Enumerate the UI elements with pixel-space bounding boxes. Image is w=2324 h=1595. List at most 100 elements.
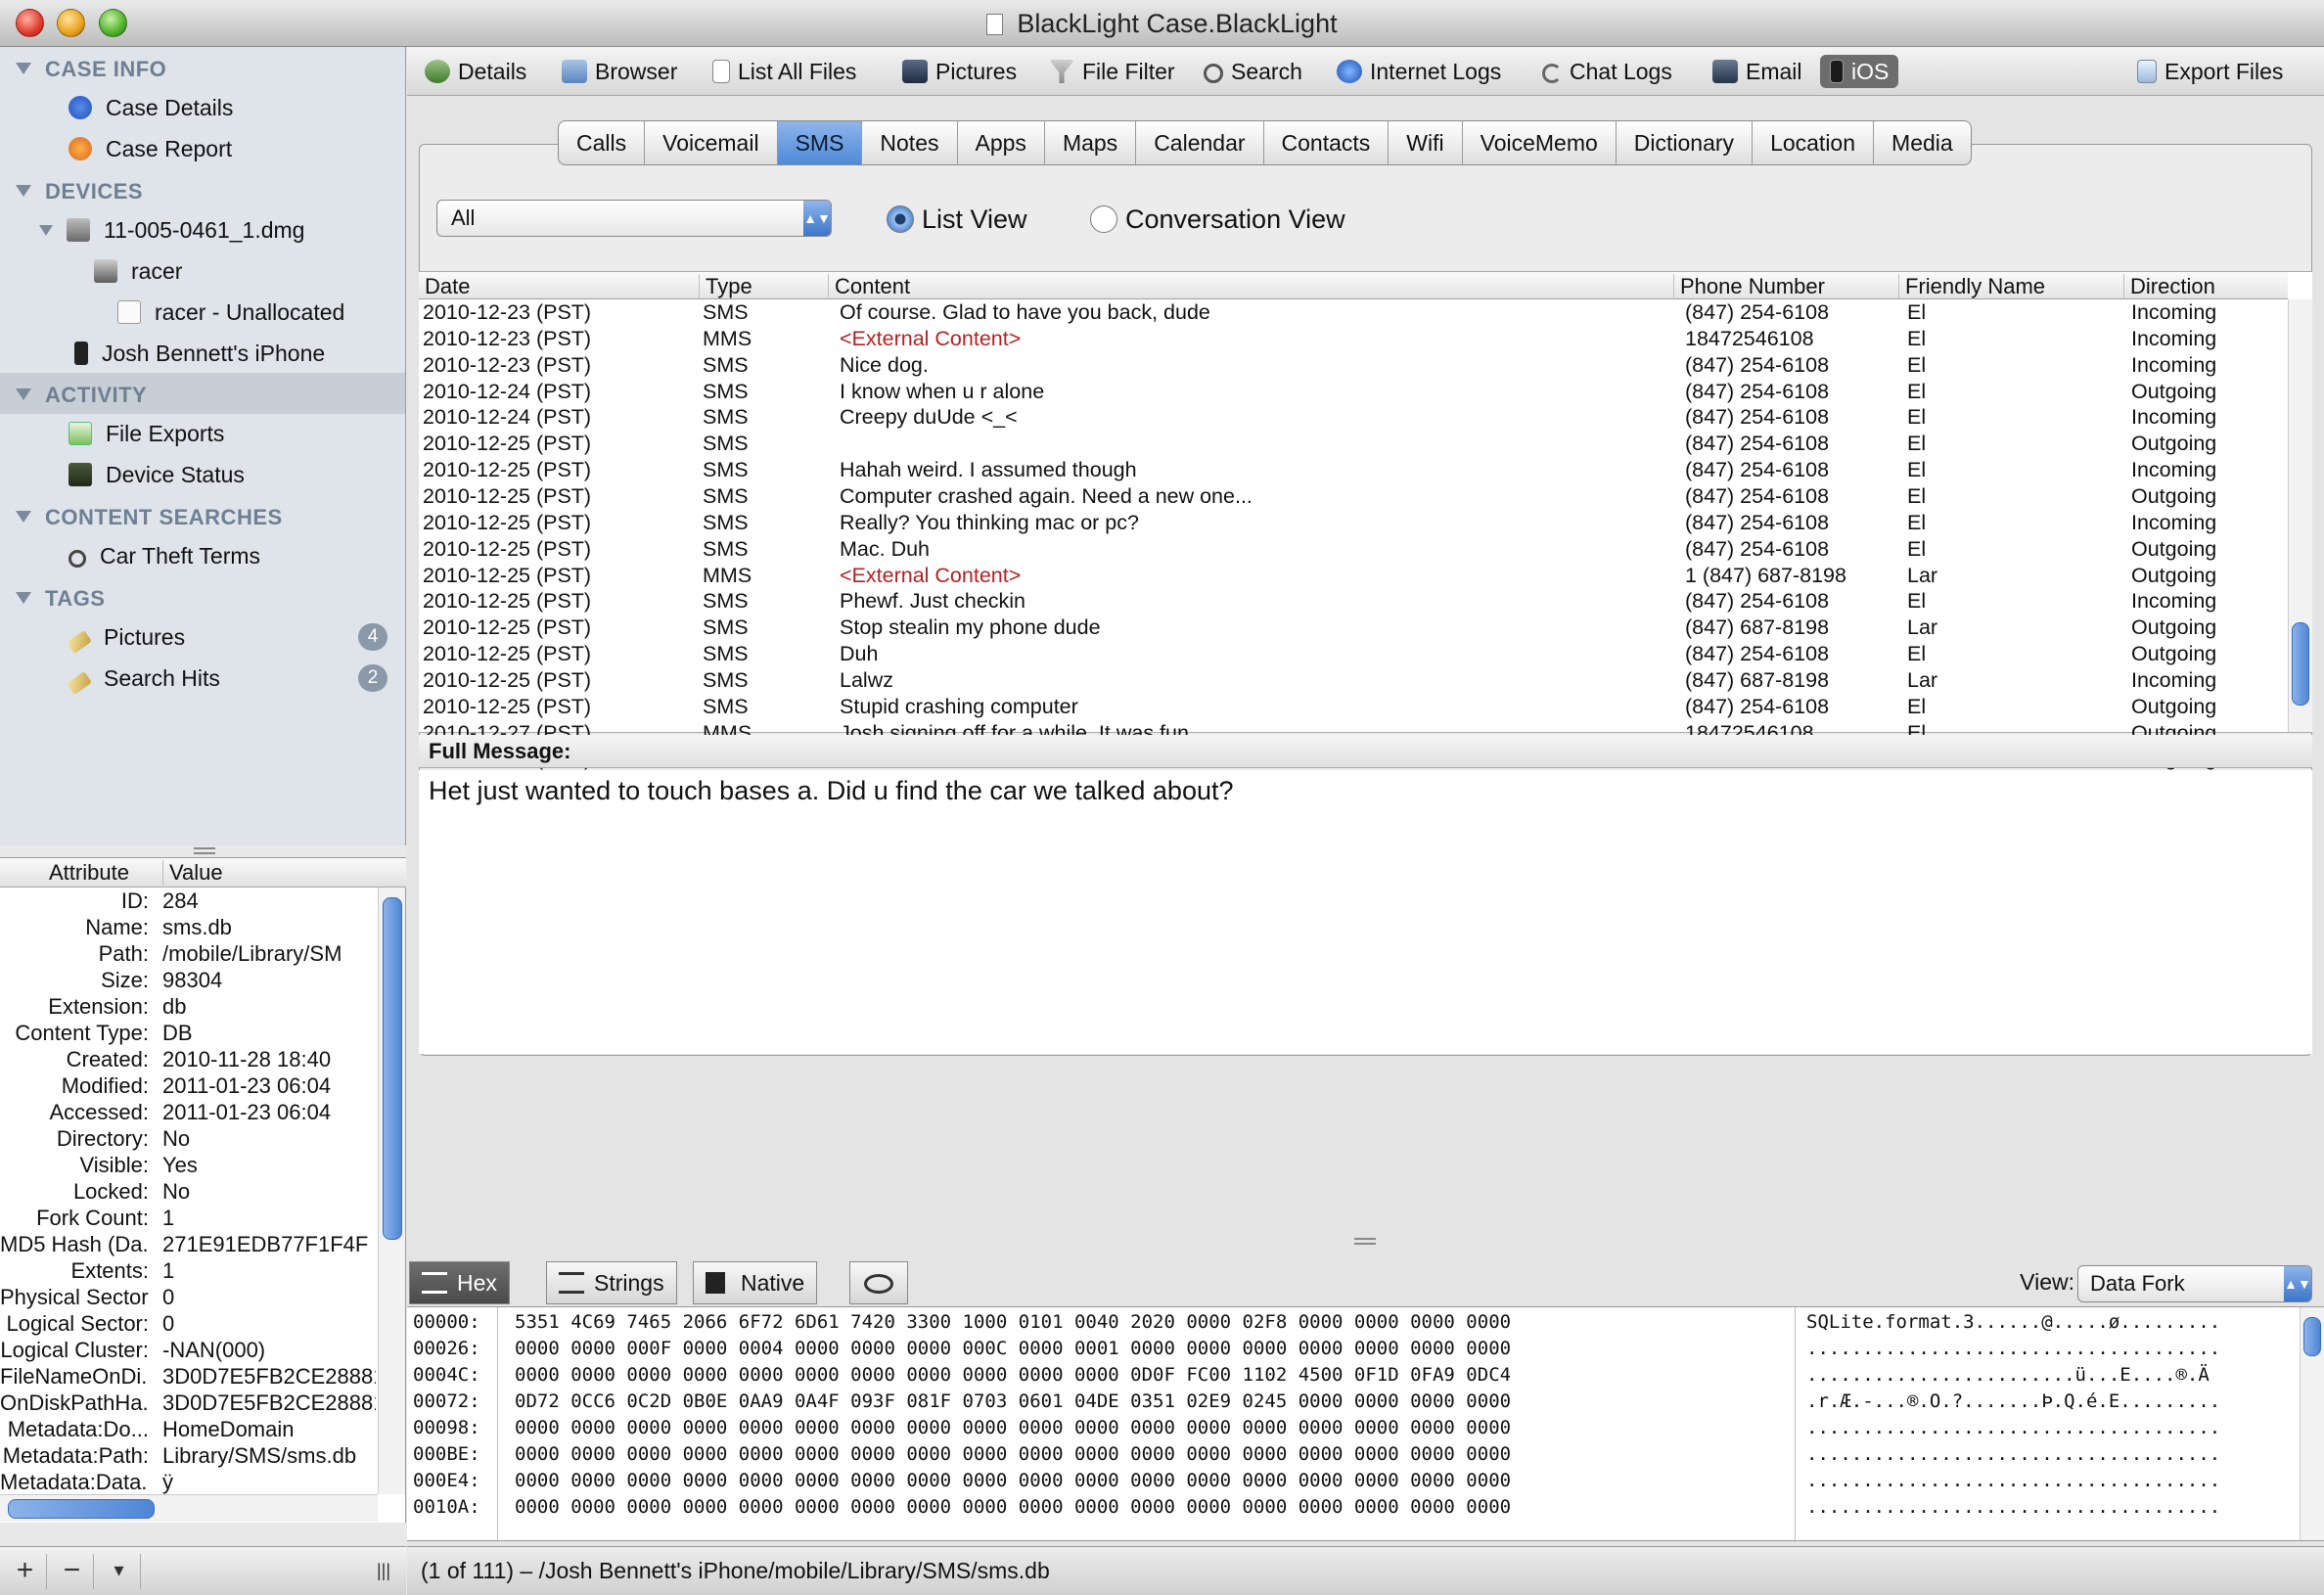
attribute-row[interactable]: Logical Cluster: -NAN(000) <box>0 1337 377 1363</box>
tab-calls[interactable]: Calls <box>559 121 646 164</box>
disclosure-triangle-icon[interactable] <box>16 185 31 197</box>
attribute-row[interactable]: MD5 Hash (Da... 271E91EDB77F1F4F <box>0 1231 377 1257</box>
add-button[interactable]: + <box>4 1554 47 1589</box>
attribute-row[interactable]: Visible: Yes <box>0 1152 377 1178</box>
details-button[interactable]: Details <box>425 55 526 88</box>
table-row[interactable]: 2010-12-25 (PST) SMS Computer crashed agai… <box>419 483 2288 510</box>
attribute-row[interactable]: Fork Count: 1 <box>0 1205 377 1231</box>
sidebar-item-search-term[interactable]: Car Theft Terms <box>68 536 260 575</box>
column-header-type[interactable]: Type <box>699 274 826 299</box>
sidebar-item-unallocated[interactable]: racer - Unallocated <box>117 293 344 332</box>
message-filter-select[interactable]: All ▲▼ <box>436 200 832 237</box>
full-message-view[interactable]: Het just wanted to touch bases a. Did u … <box>419 770 2312 1054</box>
tab-apps[interactable]: Apps <box>958 121 1045 164</box>
view-fork-select[interactable]: Data Fork ▲▼ <box>2077 1265 2312 1302</box>
table-row[interactable]: 2010-12-24 (PST) SMS I know when u r alone… <box>419 379 2288 405</box>
table-row[interactable]: 2010-12-23 (PST) SMS Nice dog. (847) 254-61… <box>419 352 2288 379</box>
scrollbar-thumb[interactable] <box>383 897 402 1240</box>
tab-location[interactable]: Location <box>1753 121 1875 164</box>
attribute-row[interactable]: Modified: 2011-01-23 06:04 <box>0 1072 377 1099</box>
sidebar-item-case-report[interactable]: Case Report <box>68 129 232 168</box>
table-row[interactable]: 2010-12-25 (PST) SMS Really? You thinking … <box>419 510 2288 536</box>
chat-logs-button[interactable]: Chat Logs <box>1542 55 1672 88</box>
attribute-row[interactable]: Metadata:Do... HomeDomain <box>0 1416 377 1442</box>
column-header-friendly-name[interactable]: Friendly Name <box>1898 274 2121 299</box>
sidebar-split-handle[interactable] <box>194 847 215 854</box>
attribute-row[interactable]: Created: 2010-11-28 18:40 <box>0 1046 377 1072</box>
column-header-date[interactable]: Date <box>419 274 470 299</box>
attribute-row[interactable]: Extents: 1 <box>0 1257 377 1284</box>
quicklook-button[interactable] <box>849 1261 908 1304</box>
pictures-button[interactable]: Pictures <box>902 55 1017 88</box>
tab-voicememo[interactable]: VoiceMemo <box>1463 121 1617 164</box>
attribute-row[interactable]: Path: /mobile/Library/SM <box>0 940 377 967</box>
attribute-column-header[interactable]: Attribute <box>49 860 129 886</box>
strings-view-button[interactable]: Strings <box>546 1261 677 1304</box>
sidebar-item-tag-search-hits[interactable]: Search Hits 2 <box>66 659 401 698</box>
sidebar-item-device-status[interactable]: Device Status <box>68 455 245 494</box>
pane-split-handle[interactable] <box>1354 1238 1376 1245</box>
tab-wifi[interactable]: Wifi <box>1389 121 1463 164</box>
attribute-row[interactable]: Size: 98304 <box>0 967 377 993</box>
sidebar-item-disk-image[interactable]: 11-005-0461_1.dmg <box>39 210 304 250</box>
tab-notes[interactable]: Notes <box>862 121 958 164</box>
table-row[interactable]: 2010-12-25 (PST) SMS Duh (847) 254-6108 El Ou… <box>419 641 2288 667</box>
column-header-phone[interactable]: Phone Number <box>1673 274 1896 299</box>
disclosure-triangle-icon[interactable] <box>16 63 31 74</box>
attributes-horizontal-scrollbar[interactable] <box>0 1494 378 1522</box>
sidebar-item-tag-pictures[interactable]: Pictures 4 <box>66 617 401 657</box>
table-row[interactable]: 2010-12-25 (PST) SMS Mac. Duh (847) 254-610… <box>419 536 2288 563</box>
section-devices[interactable]: DEVICES <box>16 179 143 205</box>
table-row[interactable]: 2010-12-23 (PST) MMS <External Content> 184… <box>419 326 2288 352</box>
scrollbar-thumb[interactable] <box>2303 1317 2321 1356</box>
remove-button[interactable]: − <box>51 1554 94 1589</box>
tab-voicemail[interactable]: Voicemail <box>645 121 778 164</box>
attribute-row[interactable]: ID: 284 <box>0 888 377 914</box>
attribute-row[interactable]: Metadata:Data... ÿ <box>0 1469 377 1495</box>
attribute-row[interactable]: Name: sms.db <box>0 914 377 940</box>
hex-vertical-scrollbar[interactable] <box>2300 1307 2324 1540</box>
attribute-row[interactable]: Directory: No <box>0 1125 377 1152</box>
resize-grip-icon[interactable]: ||| <box>362 1554 405 1589</box>
search-button[interactable]: Search <box>1204 55 1302 88</box>
sidebar-item-file-exports[interactable]: File Exports <box>68 414 224 453</box>
attribute-row[interactable]: OnDiskPathHa... 3D0D7E5FB2CE28881 <box>0 1390 377 1416</box>
section-tags[interactable]: TAGS <box>16 586 105 612</box>
table-row[interactable]: 2010-12-25 (PST) SMS Stupid crashing compu… <box>419 694 2288 720</box>
list-view-radio[interactable]: List View <box>887 205 1027 235</box>
table-row[interactable]: 2010-12-23 (PST) SMS Of course. Glad to ha… <box>419 299 2288 326</box>
email-button[interactable]: Email <box>1712 55 1802 88</box>
internet-logs-button[interactable]: Internet Logs <box>1337 55 1501 88</box>
tab-dictionary[interactable]: Dictionary <box>1617 121 1754 164</box>
attribute-row[interactable]: Locked: No <box>0 1178 377 1205</box>
sidebar-item-iphone[interactable]: Josh Bennett's iPhone <box>74 334 325 373</box>
section-content-searches[interactable]: CONTENT SEARCHES <box>16 505 283 530</box>
tab-maps[interactable]: Maps <box>1045 121 1137 164</box>
disclosure-triangle-icon[interactable] <box>16 511 31 523</box>
attribute-row[interactable]: Accessed: 2011-01-23 06:04 <box>0 1099 377 1125</box>
sidebar-item-volume[interactable]: racer <box>94 251 182 291</box>
hex-view-button[interactable]: Hex <box>409 1261 510 1304</box>
hex-viewer[interactable]: 00000: 5351 4C69 7465 2066 6F72 6D61 7420… <box>407 1306 2324 1542</box>
table-vertical-scrollbar[interactable] <box>2288 299 2312 732</box>
browser-button[interactable]: Browser <box>562 55 677 88</box>
tab-contacts[interactable]: Contacts <box>1264 121 1390 164</box>
conversation-view-radio[interactable]: Conversation View <box>1090 205 1345 235</box>
table-row[interactable]: 2010-12-25 (PST) MMS <External Content> 1 (… <box>419 563 2288 589</box>
action-menu-button[interactable]: ▾ <box>98 1554 141 1589</box>
list-all-files-button[interactable]: List All Files <box>712 55 856 88</box>
tab-media[interactable]: Media <box>1874 121 1971 164</box>
value-column-header[interactable]: Value <box>162 860 223 886</box>
table-row[interactable]: 2010-12-25 (PST) SMS Hahah weird. I assume… <box>419 457 2288 483</box>
ios-button[interactable]: iOS <box>1820 55 1899 88</box>
scrollbar-thumb[interactable] <box>8 1499 155 1519</box>
disclosure-triangle-icon[interactable] <box>16 592 31 604</box>
tab-sms[interactable]: SMS <box>777 121 863 164</box>
native-view-button[interactable]: Native <box>693 1261 818 1304</box>
table-row[interactable]: 2010-12-24 (PST) SMS Creepy duUde <_< (847)… <box>419 404 2288 431</box>
column-header-direction[interactable]: Direction <box>2123 274 2288 299</box>
table-row[interactable]: 2010-12-25 (PST) SMS Phewf. Just checkin (8… <box>419 588 2288 615</box>
attribute-row[interactable]: FileNameOnDi... 3D0D7E5FB2CE28881 <box>0 1363 377 1390</box>
file-filter-button[interactable]: File Filter <box>1049 55 1175 88</box>
disclosure-triangle-icon[interactable] <box>39 225 53 236</box>
